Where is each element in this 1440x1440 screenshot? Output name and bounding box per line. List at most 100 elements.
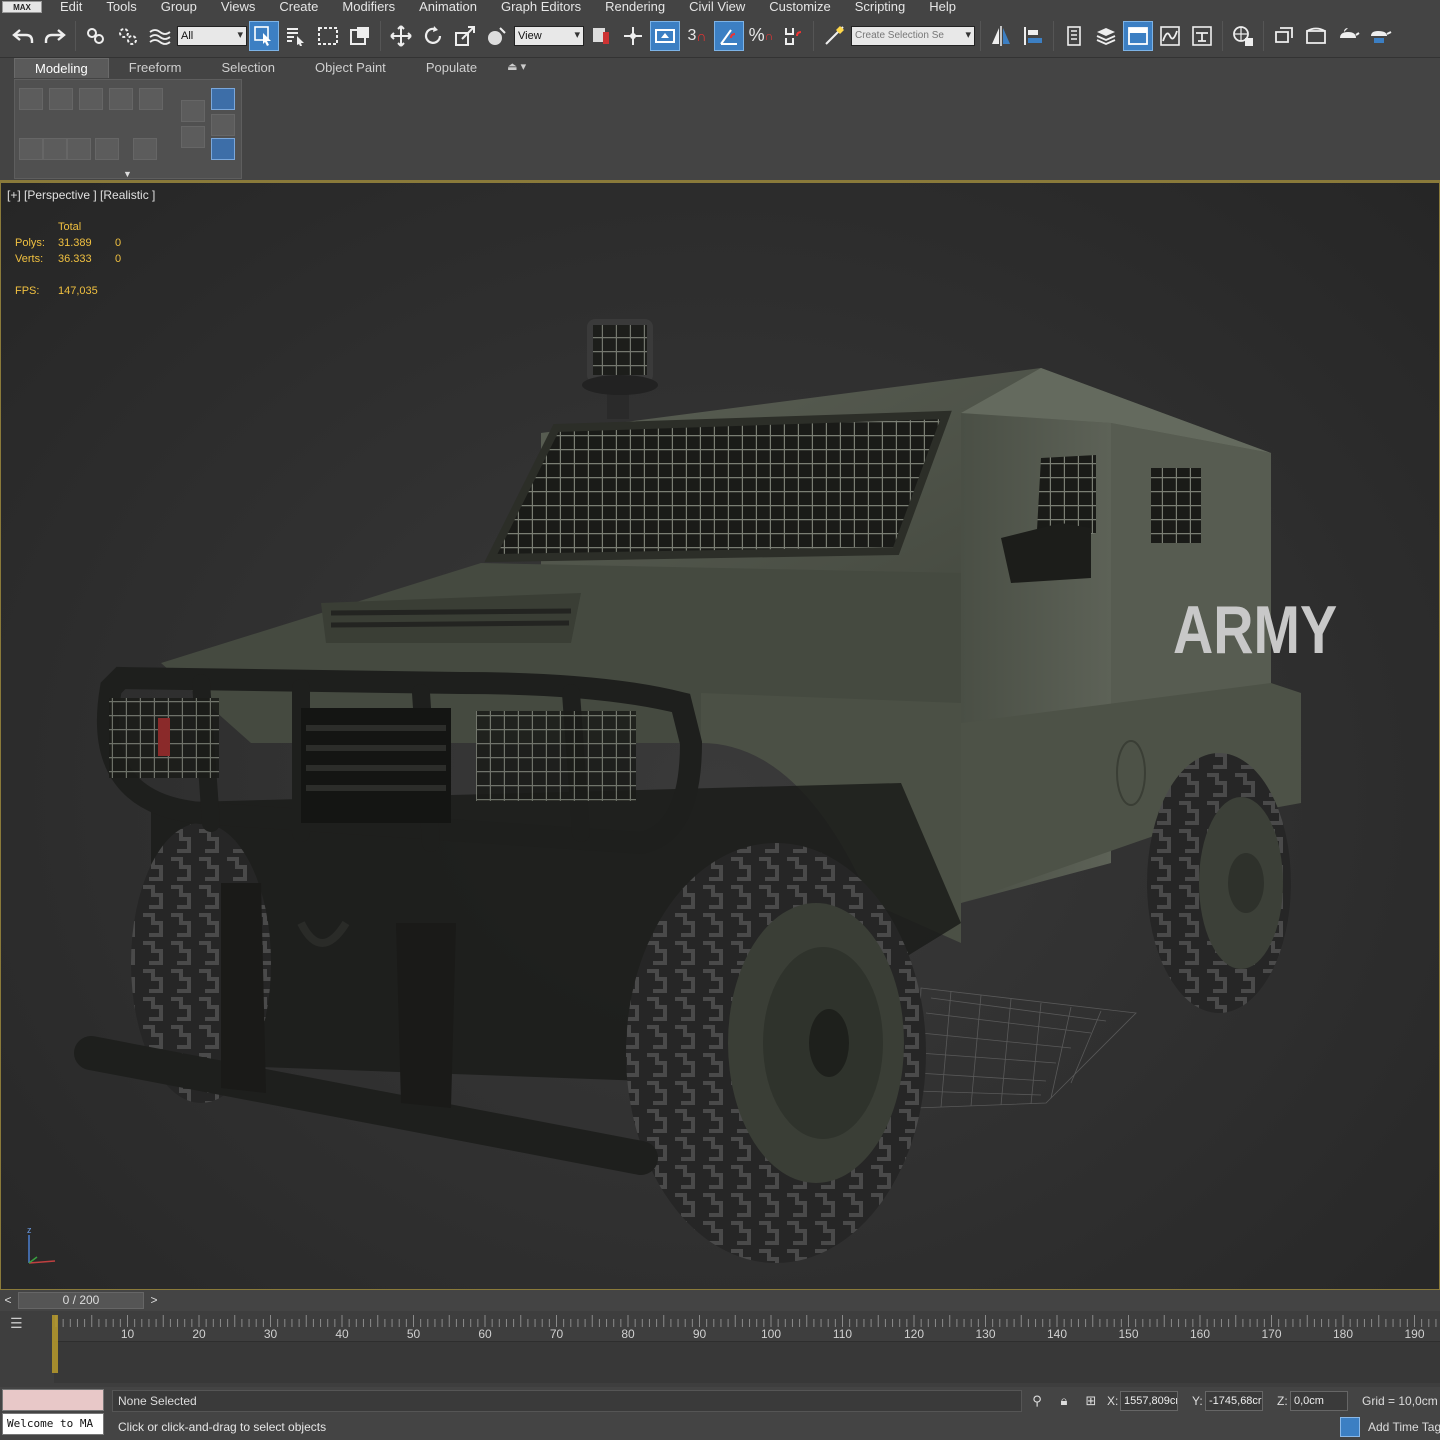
tab-modeling[interactable]: Modeling (14, 58, 109, 78)
panel-expand-icon[interactable]: ▼ (123, 169, 132, 179)
pin-stack-icon[interactable] (211, 114, 235, 136)
toggle-ribbon-icon[interactable] (1123, 20, 1153, 51)
tab-object-paint[interactable]: Object Paint (295, 58, 406, 78)
tab-freeform[interactable]: Freeform (109, 58, 202, 78)
z-coordinate-field[interactable]: 0,0cm (1290, 1391, 1348, 1411)
show-end-result-icon[interactable] (211, 88, 235, 110)
y-coordinate-field[interactable]: -1745,68cr (1205, 1391, 1263, 1411)
render-setup-icon[interactable] (1269, 21, 1299, 51)
reference-coordinate-dropdown[interactable]: View (514, 25, 584, 46)
place-icon[interactable] (482, 21, 512, 51)
loop-selection-icon[interactable] (133, 138, 157, 160)
select-manipulate-icon[interactable] (618, 21, 648, 51)
grow-selection-icon[interactable] (43, 138, 67, 160)
tab-selection[interactable]: Selection (202, 58, 295, 78)
rendered-frame-window-icon[interactable] (1301, 21, 1331, 51)
polygon-mode-icon[interactable] (109, 88, 133, 110)
rotate-icon[interactable] (418, 21, 448, 51)
menu-create[interactable]: Create (267, 0, 330, 14)
vertex-mode-icon[interactable] (19, 88, 43, 110)
menu-modifiers[interactable]: Modifiers (330, 0, 407, 14)
time-slider[interactable]: < 0 / 200 > (0, 1291, 1440, 1311)
selection-filter-dropdown[interactable]: All (177, 25, 247, 46)
ring-selection-icon[interactable] (95, 138, 119, 160)
menu-rendering[interactable]: Rendering (593, 0, 677, 14)
time-slider-thumb[interactable]: 0 / 200 (18, 1292, 144, 1309)
menu-views[interactable]: Views (209, 0, 267, 14)
element-mode-icon[interactable] (139, 88, 163, 110)
scene-explorer-icon[interactable] (1059, 21, 1089, 51)
ribbon: Modeling Freeform Selection Object Paint… (0, 58, 1440, 182)
edit-poly-icon[interactable] (181, 100, 205, 122)
select-object-icon[interactable] (249, 20, 279, 51)
edge-mode-icon[interactable] (49, 88, 73, 110)
angle-snap-icon[interactable] (714, 20, 744, 51)
isolate-selection-icon[interactable]: ⚲ (1028, 1392, 1046, 1410)
move-icon[interactable] (386, 21, 416, 51)
previous-frame-button[interactable]: < (0, 1292, 16, 1309)
percent-snap-icon[interactable]: % ∩ (746, 21, 776, 51)
undo-icon[interactable] (8, 21, 38, 51)
viewport-label[interactable]: [+] [Perspective ] [Realistic ] (7, 188, 155, 202)
select-by-name-icon[interactable] (281, 21, 311, 51)
ribbon-options-icon[interactable]: ⏏ ▾ (497, 58, 536, 78)
menu-scripting[interactable]: Scripting (843, 0, 918, 14)
mini-curve-editor-icon[interactable]: ☰ (10, 1315, 34, 1335)
ruler-tick-label: 30 (264, 1327, 278, 1341)
scale-icon[interactable] (450, 21, 480, 51)
modify-selection-icon[interactable] (19, 138, 43, 160)
curve-editor-icon[interactable] (1155, 21, 1185, 51)
track-bar[interactable]: ☰ 10 20 30 40 50 60 70 80 90 100 110 120 130 140 150 16… (0, 1311, 1440, 1387)
pivot-center-icon[interactable] (586, 21, 616, 51)
menu-help[interactable]: Help (917, 0, 968, 14)
perspective-viewport[interactable]: ARMY [+] [Perspective] [Realistic] Tot… (0, 182, 1440, 1290)
border-mode-icon[interactable] (79, 88, 103, 110)
selection-lock-icon[interactable]: 🔒︎ (1055, 1392, 1073, 1410)
army-decal: ARMY (1173, 593, 1337, 668)
align-icon[interactable] (1018, 21, 1048, 51)
polys-total: 31.389 (58, 237, 92, 249)
spinner-snap-icon[interactable] (778, 21, 808, 51)
keyboard-shortcut-override-icon[interactable] (650, 20, 680, 51)
tab-populate[interactable]: Populate (406, 58, 497, 78)
track-area[interactable] (54, 1341, 1440, 1383)
modifier-stack-icon[interactable] (211, 138, 235, 160)
menu-edit[interactable]: Edit (48, 0, 94, 14)
viewport-statistics: Total Polys: 31.389 0 Verts: 36.333 0 FPS: 14… (15, 219, 135, 299)
ruler-tick-label: 140 (1047, 1327, 1067, 1341)
frame-ruler[interactable]: 10 20 30 40 50 60 70 80 90 100 110 120 130 140 150 160 1… (54, 1311, 1440, 1341)
menu-customize[interactable]: Customize (757, 0, 842, 14)
mirror-icon[interactable] (986, 21, 1016, 51)
menu-tools[interactable]: Tools (94, 0, 148, 14)
x-label: X: (1107, 1394, 1119, 1408)
schematic-view-icon[interactable] (1187, 21, 1217, 51)
render-in-cloud-icon[interactable] (1365, 21, 1395, 51)
menu-group[interactable]: Group (149, 0, 209, 14)
render-production-icon[interactable] (1333, 21, 1363, 51)
time-tag-icon[interactable] (1340, 1417, 1360, 1437)
link-icon[interactable] (81, 21, 111, 51)
named-selection-dropdown[interactable]: Create Selection Se (851, 25, 975, 46)
absolute-mode-icon[interactable]: ⊞ (1082, 1392, 1100, 1410)
menu-graph-editors[interactable]: Graph Editors (489, 0, 593, 14)
rectangular-selection-icon[interactable] (313, 21, 343, 51)
next-frame-button[interactable]: > (146, 1292, 162, 1309)
x-coordinate-field[interactable]: 1557,809cr (1120, 1391, 1178, 1411)
app-logo[interactable]: MAX (2, 1, 42, 13)
menu-civil-view[interactable]: Civil View (677, 0, 757, 14)
redo-icon[interactable] (40, 21, 70, 51)
layer-explorer-icon[interactable] (1091, 21, 1121, 51)
material-editor-icon[interactable] (1228, 21, 1258, 51)
collapse-stack-icon[interactable] (181, 126, 205, 148)
window-crossing-icon[interactable] (345, 21, 375, 51)
maxscript-listener-output[interactable] (2, 1389, 104, 1411)
current-frame-marker[interactable] (52, 1315, 58, 1373)
add-time-tag-button[interactable]: Add Time Tag (1368, 1420, 1440, 1434)
unlink-icon[interactable] (113, 21, 143, 51)
edit-named-selection-icon[interactable] (819, 21, 849, 51)
shrink-selection-icon[interactable] (67, 138, 91, 160)
maxscript-mini-listener[interactable]: Welcome to MA (2, 1413, 104, 1435)
menu-animation[interactable]: Animation (407, 0, 489, 14)
bind-spacewarp-icon[interactable] (145, 21, 175, 51)
snaps-toggle-icon[interactable]: 3 ∩ (682, 21, 712, 51)
